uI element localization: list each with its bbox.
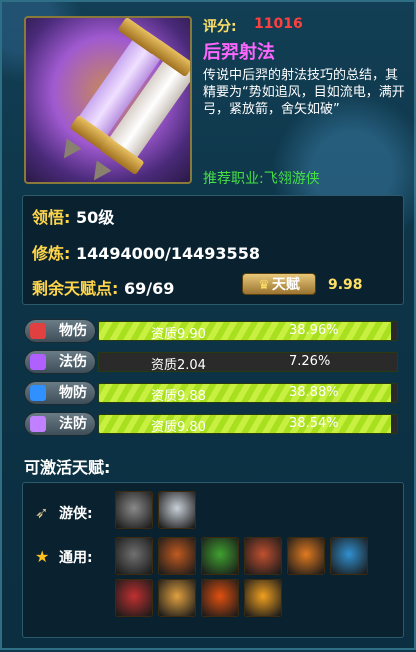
attribute-percent: 7.26% bbox=[289, 354, 331, 369]
attribute-aptitude: 资质9.80 bbox=[151, 420, 206, 434]
magic-shield-icon bbox=[30, 416, 46, 432]
item-description: 传说中后羿的射法技巧的总结，其精要为“势如追风，目如流电，满开弓，紧放箭，舍矢如… bbox=[203, 68, 405, 117]
attribute-bar: 资质2.04 7.26% bbox=[98, 352, 398, 372]
talent-skill-icon[interactable] bbox=[244, 537, 282, 575]
attribute-bar-fill bbox=[99, 415, 392, 433]
talent-button[interactable]: ♛ 天赋 bbox=[242, 273, 316, 295]
talent-skill-icon[interactable] bbox=[158, 491, 196, 529]
talent-skill-icon[interactable] bbox=[330, 537, 368, 575]
talent-skill-icon[interactable] bbox=[115, 537, 153, 575]
scroll-tip-icon bbox=[86, 160, 112, 182]
attribute-label: 物伤 bbox=[59, 323, 87, 339]
attribute-percent: 38.96% bbox=[289, 323, 339, 338]
general-label: 通用: bbox=[59, 550, 93, 566]
comprehension-value: 50级 bbox=[75, 208, 115, 227]
attribute-bar-fill bbox=[99, 322, 392, 340]
attribute-row: 法防 资质9.80 38.54% bbox=[22, 411, 402, 437]
scroll-item-icon bbox=[24, 16, 192, 184]
talent-skill-icon[interactable] bbox=[158, 579, 196, 617]
magic-bolt-icon bbox=[30, 354, 46, 370]
talent-skill-icon[interactable] bbox=[201, 537, 239, 575]
attribute-label: 法伤 bbox=[59, 354, 87, 370]
sword-icon bbox=[30, 323, 46, 339]
talent-skill-icon[interactable] bbox=[158, 537, 196, 575]
cultivation-value: 14494000/14493558 bbox=[75, 244, 260, 263]
attribute-bar: 资质9.90 38.96% bbox=[98, 321, 398, 341]
attribute-bar-fill bbox=[99, 384, 392, 402]
talents-box: ➶ 游侠: ★ 通用: bbox=[22, 482, 404, 638]
talent-skill-icon[interactable] bbox=[287, 537, 325, 575]
scroll-tip-icon bbox=[56, 138, 82, 164]
talent-score: 9.98 bbox=[328, 277, 363, 293]
talent-points-value: 69/69 bbox=[123, 279, 175, 298]
recommended-class: 推荐职业:飞翎游侠 bbox=[203, 171, 320, 187]
attribute-bar: 资质9.88 38.88% bbox=[98, 383, 398, 403]
attribute-badge: 物防 bbox=[24, 381, 96, 405]
score-value: 11016 bbox=[254, 16, 303, 32]
talent-points-label: 剩余天赋点: bbox=[32, 279, 119, 298]
comprehension-label: 领悟: bbox=[32, 208, 71, 227]
talent-skill-icon[interactable] bbox=[115, 491, 153, 529]
attribute-row: 法伤 资质2.04 7.26% bbox=[22, 349, 402, 375]
cultivation-label: 修炼: bbox=[32, 244, 71, 263]
attribute-bar: 资质9.80 38.54% bbox=[98, 414, 398, 434]
shield-icon bbox=[30, 385, 46, 401]
item-tooltip-panel: 评分: 11016 后羿射法 传说中后羿的射法技巧的总结，其精要为“势如追风，目… bbox=[0, 0, 416, 652]
attribute-percent: 38.88% bbox=[289, 385, 339, 400]
attribute-badge: 法伤 bbox=[24, 350, 96, 374]
attribute-badge: 物伤 bbox=[24, 319, 96, 343]
crown-icon: ♛ bbox=[258, 278, 270, 293]
attribute-aptitude: 资质2.04 bbox=[151, 358, 206, 372]
cultivation-row: 修炼: 14494000/14493558 bbox=[32, 240, 260, 264]
attribute-aptitude: 资质9.90 bbox=[151, 327, 206, 341]
item-name: 后羿射法 bbox=[203, 42, 275, 63]
score-label: 评分: bbox=[203, 19, 237, 35]
comprehension-row: 领悟: 50级 bbox=[32, 204, 114, 228]
ranger-label: 游侠: bbox=[59, 506, 93, 522]
talent-points-row: 剩余天赋点: 69/69 bbox=[32, 275, 174, 299]
attribute-label: 物防 bbox=[59, 385, 87, 401]
attribute-bars: 物伤 资质9.90 38.96% 法伤 资质2.04 7.26% 物防 资质9.… bbox=[22, 314, 402, 440]
talent-button-label: 天赋 bbox=[271, 277, 300, 293]
star-icon: ★ bbox=[35, 547, 50, 566]
attribute-row: 物伤 资质9.90 38.96% bbox=[22, 318, 402, 344]
attribute-row: 物防 资质9.88 38.88% bbox=[22, 380, 402, 406]
talent-skill-icon[interactable] bbox=[115, 579, 153, 617]
talent-skill-icon[interactable] bbox=[201, 579, 239, 617]
bow-icon: ➶ bbox=[35, 503, 49, 522]
talent-skill-icon[interactable] bbox=[244, 579, 282, 617]
attribute-percent: 38.54% bbox=[289, 416, 339, 431]
attribute-aptitude: 资质9.88 bbox=[151, 389, 206, 403]
attribute-badge: 法防 bbox=[24, 412, 96, 436]
talents-section-title: 可激活天赋: bbox=[24, 458, 111, 477]
attribute-label: 法防 bbox=[59, 416, 87, 432]
